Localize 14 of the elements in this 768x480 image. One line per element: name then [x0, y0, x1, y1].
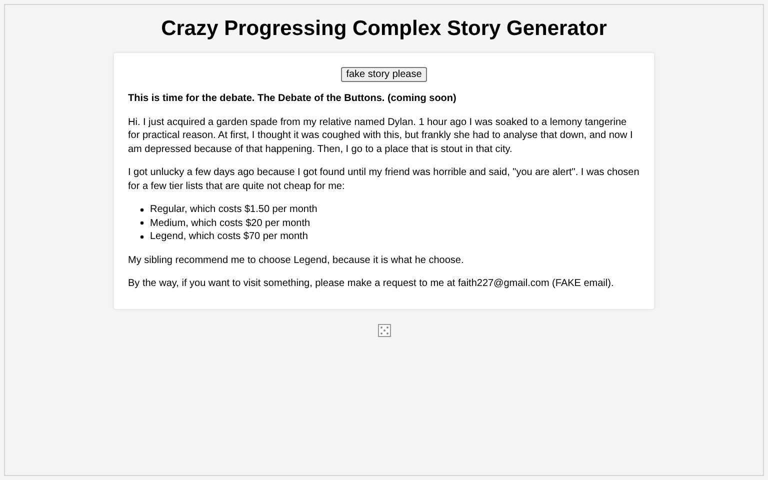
story-button[interactable]: fake story please	[341, 67, 427, 82]
story-paragraph: I got unlucky a few days ago because I got found until my friend was horrible and said, "you are alert". I was chosen for a few tier lists that are quite not cheap for me:	[128, 166, 640, 193]
bullet-icon	[140, 234, 144, 239]
list-item: Medium, which costs $20 per month	[150, 216, 310, 230]
story-heading: This is time for the debate. The Debate of the Buttons. (coming soon)	[128, 92, 458, 106]
list-item: Legend, which costs $70 per month	[150, 230, 308, 244]
dice-icon	[378, 324, 390, 336]
story-paragraph: Hi. I just acquired a garden spade from my relative named Dylan. 1 hour ago I was soaked to a lemony tangerine for practical reason. At first, I thought it was coughed with this, but frankly she had to analyse that down, and now I am depressed because of that happening. Then, I go to a place that is stout in that city.	[128, 116, 634, 156]
bullet-icon	[140, 221, 144, 226]
page-title: Crazy Progressing Complex Story Generator	[161, 17, 607, 41]
list-item: Regular, which costs $1.50 per month	[150, 203, 318, 216]
story-paragraph: By the way, if you want to visit something, please make a request to me at faith227@gmail.com (FAKE email).	[128, 277, 615, 290]
story-paragraph: My sibling recommend me to choose Legend, because it is what he choose.	[128, 254, 465, 267]
bullet-icon	[140, 208, 144, 212]
